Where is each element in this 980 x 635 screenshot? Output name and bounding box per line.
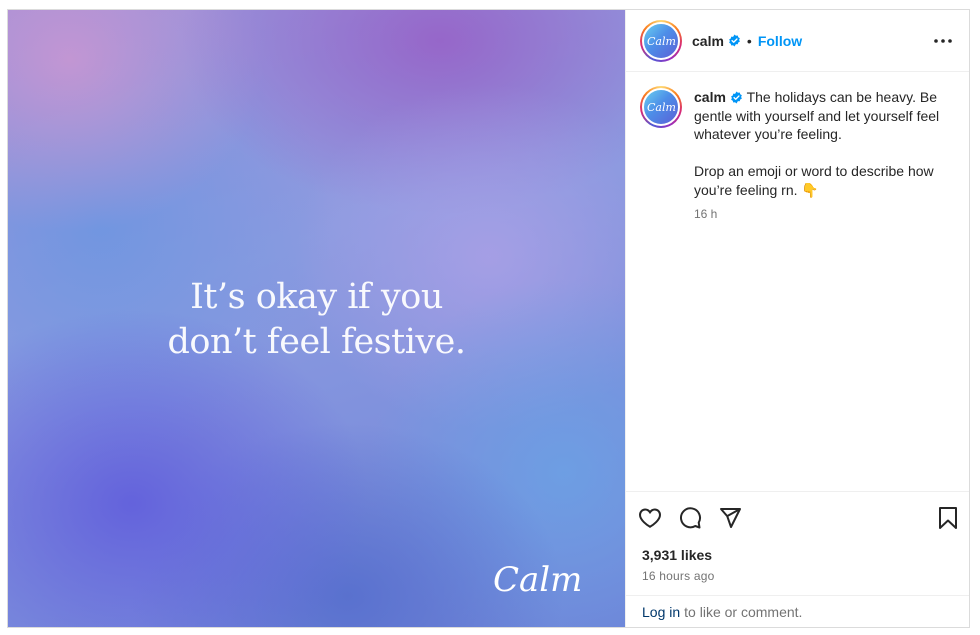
more-options-icon[interactable]	[931, 29, 955, 53]
caption-avatar-logo-icon: Calm	[647, 101, 676, 114]
post-image-line-2: don’t feel festive.	[167, 322, 466, 362]
share-icon[interactable]	[718, 498, 758, 538]
caption-timestamp: 16 h	[694, 207, 718, 221]
post-card: It’s okay if you don’t feel festive. Cal…	[7, 9, 970, 628]
post-image-text: It’s okay if you don’t feel festive.	[8, 275, 625, 365]
comment-icon[interactable]	[678, 498, 718, 538]
avatar-image: Calm	[642, 21, 680, 60]
post-sidebar: Calm calm • Follow Calm calm The holiday…	[625, 10, 969, 627]
caption-avatar[interactable]: Calm	[640, 86, 682, 128]
action-bar	[626, 491, 969, 543]
caption-verified-badge-icon	[731, 91, 742, 104]
avatar-logo-icon: Calm	[647, 35, 676, 48]
login-prompt: Log in to like or comment.	[626, 595, 969, 627]
bookmark-icon[interactable]	[919, 498, 959, 538]
header-username[interactable]: calm	[692, 33, 724, 49]
header-user-info: calm • Follow	[692, 33, 802, 49]
caption-body: calm The holidays can be heavy. Be gentl…	[694, 88, 944, 199]
header-separator: •	[746, 32, 752, 49]
caption: calm The holidays can be heavy. Be gentl…	[694, 86, 944, 491]
heart-icon[interactable]	[638, 498, 678, 538]
follow-button[interactable]: Follow	[758, 33, 802, 49]
post-header: Calm calm • Follow	[626, 10, 969, 72]
post-image-line-1: It’s okay if you	[190, 277, 443, 317]
caption-section: Calm calm The holidays can be heavy. Be …	[626, 72, 969, 491]
likes-count[interactable]: 3,931 likes	[626, 543, 969, 563]
post-image[interactable]: It’s okay if you don’t feel festive. Cal…	[8, 10, 625, 627]
svg-text:Calm: Calm	[647, 35, 676, 48]
caption-text: The holidays can be heavy. Be gentle wit…	[694, 89, 940, 198]
verified-badge-icon	[729, 34, 740, 47]
post-timestamp[interactable]: 16 hours ago	[626, 563, 969, 583]
calm-logo: Calm	[493, 560, 582, 600]
caption-username[interactable]: calm	[694, 89, 726, 105]
svg-text:Calm: Calm	[647, 101, 676, 114]
calm-logo-text: Calm	[493, 560, 582, 600]
caption-avatar-image: Calm	[642, 88, 680, 126]
login-link[interactable]: Log in	[642, 604, 680, 620]
login-prompt-text: to like or comment.	[684, 603, 803, 620]
profile-avatar[interactable]: Calm	[640, 19, 682, 62]
